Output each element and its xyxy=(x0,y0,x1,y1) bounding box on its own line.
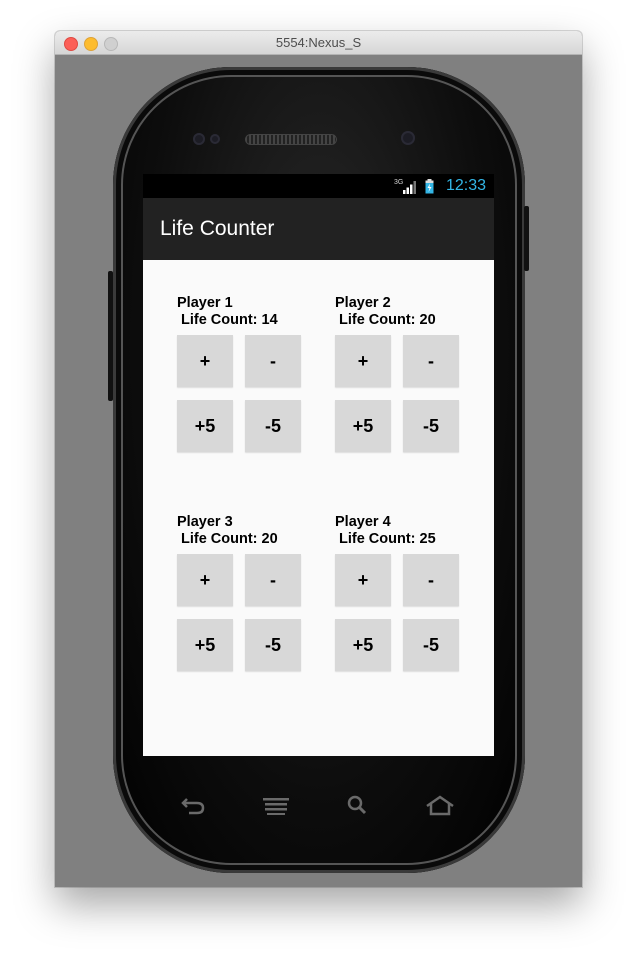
life-count-label: Life Count: 20 xyxy=(181,531,278,547)
status-clock: 12:33 xyxy=(445,177,486,194)
player-panel: Player 1 Life Count: 14 + - +5 -5 xyxy=(177,295,307,475)
status-bar: 3G 12:33 xyxy=(143,174,494,198)
minus-one-button[interactable]: - xyxy=(403,554,459,606)
front-camera xyxy=(401,131,415,145)
action-bar: Life Counter xyxy=(143,198,494,262)
window-title: 5554:Nexus_S xyxy=(275,35,362,50)
player-panel: Player 3 Life Count: 20 + - +5 -5 xyxy=(177,514,307,694)
minus-five-button[interactable]: -5 xyxy=(245,619,301,671)
minus-five-button[interactable]: -5 xyxy=(403,619,459,671)
player-panel: Player 2 Life Count: 20 + - +5 -5 xyxy=(335,295,465,475)
plus-five-button[interactable]: +5 xyxy=(335,619,391,671)
plus-five-button[interactable]: +5 xyxy=(177,619,233,671)
volume-button[interactable] xyxy=(108,271,113,401)
emulator-window: 5554:Nexus_S 3G 12:33 Life Counter Playe… xyxy=(55,31,582,887)
menu-icon[interactable] xyxy=(261,793,291,817)
minus-five-button[interactable]: -5 xyxy=(245,400,301,452)
window-titlebar: 5554:Nexus_S xyxy=(55,31,582,55)
minus-one-button[interactable]: - xyxy=(245,554,301,606)
player-name: Player 1 xyxy=(177,295,233,311)
search-icon[interactable] xyxy=(343,793,373,817)
plus-five-button[interactable]: +5 xyxy=(177,400,233,452)
life-count-label: Life Count: 14 xyxy=(181,312,278,328)
minus-five-button[interactable]: -5 xyxy=(403,400,459,452)
app-title: Life Counter xyxy=(160,217,275,240)
battery-icon xyxy=(425,179,434,194)
light-sensor xyxy=(210,134,220,144)
minus-one-button[interactable]: - xyxy=(403,335,459,387)
player-panel: Player 4 Life Count: 25 + - +5 -5 xyxy=(335,514,465,694)
life-count-label: Life Count: 25 xyxy=(339,531,436,547)
power-button[interactable] xyxy=(524,206,529,271)
back-icon[interactable] xyxy=(179,793,209,817)
plus-one-button[interactable]: + xyxy=(177,335,233,387)
signal-icon: 3G xyxy=(394,179,417,194)
plus-one-button[interactable]: + xyxy=(177,554,233,606)
device-screen: 3G 12:33 Life Counter Player 1 Life Coun… xyxy=(143,174,494,756)
life-count-label: Life Count: 20 xyxy=(339,312,436,328)
earpiece-speaker xyxy=(245,134,337,145)
player-name: Player 2 xyxy=(335,295,391,311)
status-icons: 3G xyxy=(394,179,434,194)
player-name: Player 4 xyxy=(335,514,391,530)
proximity-sensor xyxy=(193,133,205,145)
plus-one-button[interactable]: + xyxy=(335,335,391,387)
network-type: 3G xyxy=(394,179,404,186)
plus-five-button[interactable]: +5 xyxy=(335,400,391,452)
minus-one-button[interactable]: - xyxy=(245,335,301,387)
home-icon[interactable] xyxy=(425,793,455,817)
player-name: Player 3 xyxy=(177,514,233,530)
hardware-nav-bar xyxy=(143,781,494,841)
life-counter-content: Player 1 Life Count: 14 + - +5 -5 Player… xyxy=(143,260,494,756)
plus-one-button[interactable]: + xyxy=(335,554,391,606)
